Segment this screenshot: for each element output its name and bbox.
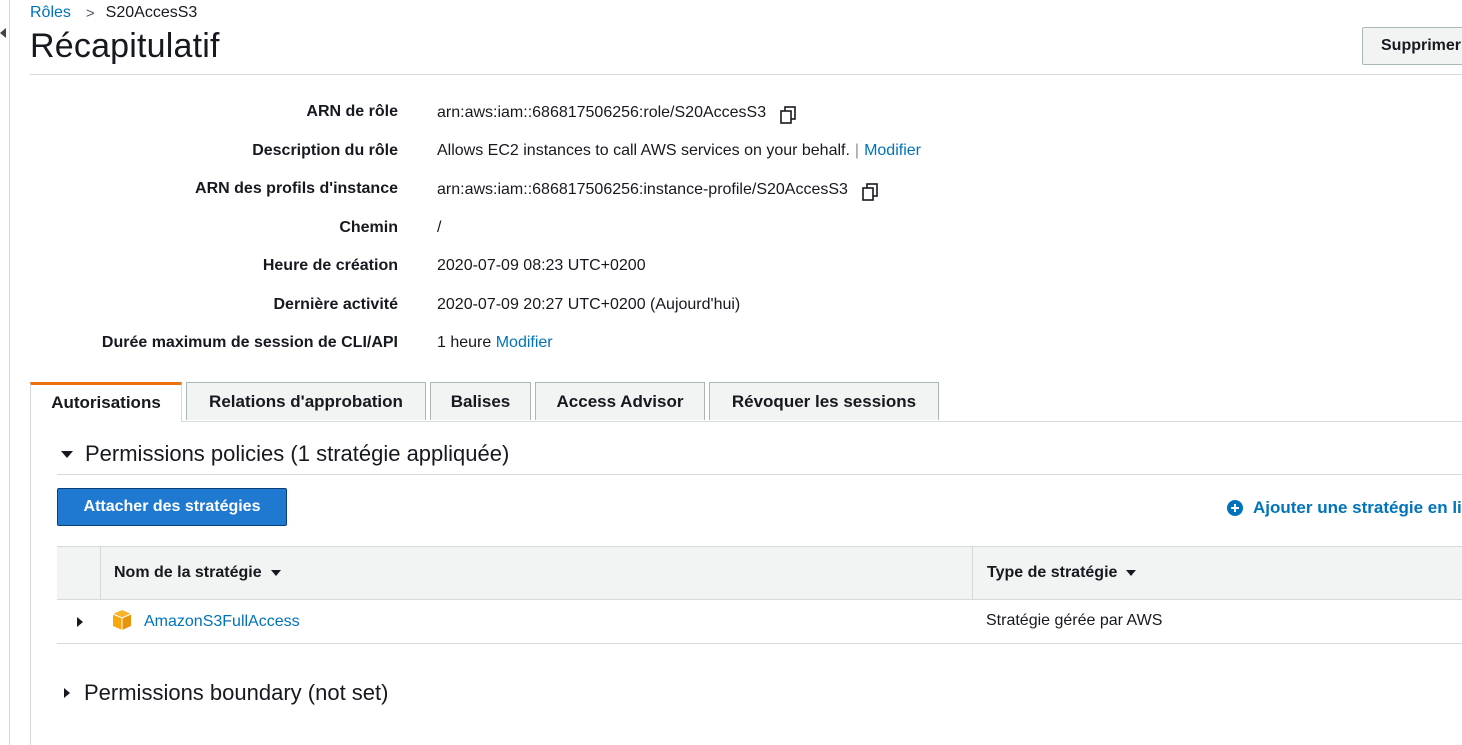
- expand-row-icon[interactable]: [77, 617, 83, 627]
- tab-trust-relationships[interactable]: Relations d'approbation: [186, 382, 426, 420]
- description-text: Allows EC2 instances to call AWS service…: [437, 141, 850, 159]
- delete-role-button[interactable]: Supprimer le rôle: [1362, 27, 1462, 65]
- column-label-policy-type: Type de stratégie: [987, 564, 1118, 581]
- tab-tags[interactable]: Balises: [430, 382, 531, 420]
- summary-row-role-arn: ARN de rôle arn:aws:iam::686817506256:ro…: [0, 94, 1000, 133]
- page-title: Récapitulatif: [30, 27, 220, 65]
- description-value: Allows EC2 instances to call AWS service…: [437, 142, 921, 160]
- plus-circle-icon: [1227, 500, 1243, 516]
- aws-managed-policy-cube-icon: [112, 610, 132, 630]
- summary-row-creation-time: Heure de création 2020-07-09 08:23 UTC+0…: [0, 248, 1000, 287]
- instance-profile-arn-value: arn:aws:iam::686817506256:instance-profi…: [437, 180, 880, 202]
- caret-right-icon: [64, 688, 70, 698]
- collapse-nav-icon[interactable]: [0, 28, 6, 38]
- column-label-policy-name: Nom de la stratégie: [114, 564, 262, 581]
- breadcrumb-current: S20AccesS3: [105, 4, 198, 21]
- caret-down-icon: [61, 450, 73, 458]
- attach-policies-button[interactable]: Attacher des stratégies: [57, 488, 287, 526]
- summary-row-description: Description du rôle Allows EC2 instances…: [0, 133, 1000, 172]
- permissions-panel: Permissions policies (1 stratégie appliq…: [30, 421, 1462, 745]
- tab-access-advisor[interactable]: Access Advisor: [535, 382, 705, 420]
- edit-description-link[interactable]: Modifier: [864, 142, 921, 160]
- sort-caret-icon: [270, 570, 281, 576]
- tab-revoke-sessions[interactable]: Révoquer les sessions: [709, 382, 939, 420]
- summary-row-last-activity: Dernière activité 2020-07-09 20:27 UTC+0…: [0, 287, 1000, 326]
- last-activity-value: 2020-07-09 20:27 UTC+0200 (Aujourd'hui): [437, 295, 741, 313]
- role-arn-value: arn:aws:iam::686817506256:role/S20AccesS…: [437, 103, 798, 125]
- permissions-boundary-heading: Permissions boundary (not set): [84, 680, 389, 705]
- add-inline-policy-link[interactable]: Ajouter une stratégie en ligne: [1227, 498, 1462, 518]
- section-divider: [57, 474, 1462, 475]
- table-row: AmazonS3FullAccess Stratégie gérée par A…: [57, 600, 1462, 644]
- title-divider: [30, 74, 1462, 75]
- copy-icon[interactable]: [778, 105, 798, 125]
- sort-caret-icon: [1126, 570, 1137, 576]
- permissions-policies-toggle[interactable]: Permissions policies (1 stratégie appliq…: [61, 441, 509, 467]
- tab-permissions[interactable]: Autorisations: [30, 382, 182, 422]
- copy-icon[interactable]: [860, 182, 880, 202]
- role-tabs: Autorisations Relations d'approbation Ba…: [30, 382, 1462, 422]
- max-session-label: Durée maximum de session de CLI/API: [101, 334, 398, 351]
- breadcrumb-roles-link[interactable]: Rôles: [30, 4, 71, 22]
- max-session-value: 1 heure Modifier: [437, 334, 553, 352]
- table-header: Nom de la stratégie Type de stratégie: [57, 546, 1462, 600]
- description-separator: |: [854, 141, 860, 159]
- breadcrumb-separator: >: [85, 4, 95, 22]
- role-arn-text: arn:aws:iam::686817506256:role/S20AccesS…: [437, 104, 767, 121]
- policy-type-text: Stratégie gérée par AWS: [986, 612, 1163, 629]
- description-label: Description du rôle: [252, 141, 398, 159]
- column-header-policy-name[interactable]: Nom de la stratégie: [101, 547, 973, 599]
- add-inline-policy-label: Ajouter une stratégie en ligne: [1253, 498, 1462, 517]
- summary-row-max-session: Durée maximum de session de CLI/API 1 he…: [0, 325, 1000, 364]
- column-header-policy-type[interactable]: Type de stratégie: [973, 547, 1462, 599]
- path-label: Chemin: [339, 218, 398, 236]
- permissions-boundary-toggle[interactable]: Permissions boundary (not set): [61, 680, 388, 706]
- last-activity-label: Dernière activité: [273, 295, 398, 313]
- role-summary: ARN de rôle arn:aws:iam::686817506256:ro…: [0, 94, 1000, 364]
- policy-name-link[interactable]: AmazonS3FullAccess: [144, 613, 300, 631]
- summary-row-instance-profile-arn: ARN des profils d'instance arn:aws:iam::…: [0, 171, 1000, 210]
- permissions-policies-heading: Permissions policies (1 stratégie appliq…: [85, 441, 510, 466]
- header-expand-cell: [57, 547, 101, 599]
- instance-profile-arn-text: arn:aws:iam::686817506256:instance-profi…: [437, 181, 848, 198]
- role-arn-label: ARN de rôle: [306, 103, 398, 120]
- creation-time-label: Heure de création: [262, 257, 398, 274]
- summary-row-path: Chemin /: [0, 210, 1000, 249]
- creation-time-value: 2020-07-09 08:23 UTC+0200: [437, 257, 646, 274]
- path-value: /: [437, 218, 442, 236]
- instance-profile-arn-label: ARN des profils d'instance: [195, 180, 398, 197]
- edit-max-session-link[interactable]: Modifier: [496, 334, 553, 352]
- max-session-text: 1 heure: [437, 334, 492, 351]
- policies-table: Nom de la stratégie Type de stratégie Am…: [57, 546, 1462, 644]
- breadcrumb: Rôles > S20AccesS3: [30, 4, 197, 22]
